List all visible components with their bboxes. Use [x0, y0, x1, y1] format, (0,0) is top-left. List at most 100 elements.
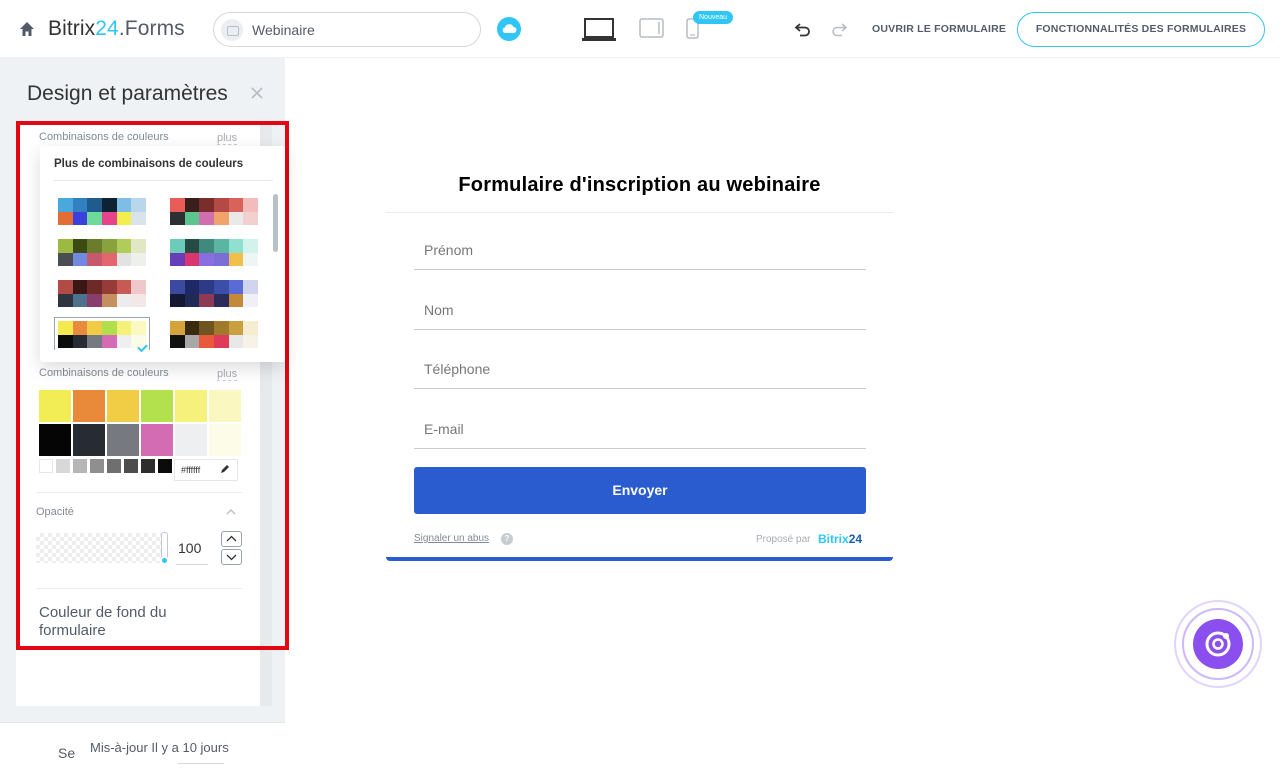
section-divider — [36, 492, 242, 493]
palette-color-cell — [87, 252, 102, 266]
color-palette-option[interactable] — [170, 321, 258, 348]
palette-color-cell — [214, 239, 229, 253]
color-swatch[interactable] — [209, 390, 241, 422]
email-field[interactable]: E-mail — [414, 409, 866, 449]
field-placeholder: Prénom — [424, 242, 474, 258]
color-swatch[interactable] — [175, 390, 207, 422]
color-swatch[interactable] — [141, 390, 173, 422]
palette-color-cell — [170, 252, 185, 266]
more-combinations-link-2[interactable]: plus — [217, 368, 238, 381]
palette-color-cell — [214, 211, 229, 225]
form-features-button[interactable]: FONCTIONNALITÉS DES FORMULAIRES — [1017, 12, 1265, 47]
palette-color-cell — [131, 293, 146, 307]
opacity-slider-track[interactable] — [36, 533, 162, 563]
tablet-view-icon[interactable] — [639, 18, 664, 38]
opacity-increase-button[interactable] — [221, 531, 242, 547]
palette-color-cell — [131, 252, 146, 266]
phone-field[interactable]: Téléphone — [414, 349, 866, 389]
gray-swatch[interactable] — [90, 459, 104, 473]
palette-color-cell — [243, 334, 258, 348]
more-combinations-link[interactable]: plus — [217, 132, 238, 145]
gray-swatch[interactable] — [107, 459, 121, 473]
palette-color-cell — [102, 211, 117, 225]
palette-color-cell — [228, 252, 244, 266]
color-swatch[interactable] — [175, 424, 207, 456]
palette-color-cell — [58, 293, 73, 307]
palette-color-cell — [228, 198, 244, 212]
last-name-field[interactable]: Nom — [414, 290, 866, 330]
color-palette-option[interactable] — [58, 239, 146, 266]
color-swatch[interactable] — [107, 390, 139, 422]
palette-color-cell — [102, 321, 117, 335]
palette-color-cell — [131, 321, 146, 335]
save-button[interactable]: Se — [58, 745, 75, 761]
color-swatch[interactable] — [107, 424, 139, 456]
chevron-up-icon[interactable] — [226, 507, 236, 517]
field-placeholder: Nom — [424, 302, 454, 318]
palette-color-cell — [199, 239, 214, 253]
dropdown-scrollbar[interactable] — [273, 194, 278, 252]
palette-color-cell — [199, 321, 214, 335]
palette-color-cell — [58, 198, 73, 212]
form-background-color-label[interactable]: Couleur de fond du formulaire — [39, 604, 209, 640]
palette-color-cell — [243, 252, 258, 266]
open-form-button[interactable]: OUVRIR LE FORMULAIRE — [872, 23, 1006, 35]
color-palette-option[interactable] — [170, 198, 258, 225]
gray-swatch[interactable] — [141, 459, 155, 473]
close-icon[interactable] — [250, 86, 264, 100]
color-palette-option[interactable] — [54, 317, 150, 350]
bitrix24-logo[interactable]: Bitrix24 — [818, 532, 862, 546]
gray-swatch[interactable] — [39, 459, 53, 473]
palette-color-cell — [199, 280, 214, 294]
gray-swatch[interactable] — [124, 459, 138, 473]
palette-color-cell — [199, 293, 214, 307]
palette-color-cell — [116, 280, 132, 294]
form-bottom-border — [386, 557, 893, 561]
first-name-field[interactable]: Prénom — [414, 230, 866, 270]
submit-button[interactable]: Envoyer — [414, 467, 866, 514]
assistant-widget[interactable] — [1174, 600, 1262, 688]
palette-color-cell — [214, 198, 229, 212]
gray-swatch[interactable] — [158, 459, 172, 473]
gray-swatch[interactable] — [56, 459, 70, 473]
palette-color-cell — [199, 211, 214, 225]
opacity-decrease-button[interactable] — [221, 549, 242, 565]
color-palette-option[interactable] — [58, 280, 146, 307]
opacity-value[interactable]: 100 — [178, 540, 201, 556]
laptop-view-icon[interactable] — [582, 18, 616, 42]
color-swatch[interactable] — [73, 424, 105, 456]
palette-color-cell — [102, 198, 117, 212]
brand-number: 24 — [95, 17, 119, 40]
opacity-slider-dot[interactable] — [160, 556, 169, 565]
color-swatch[interactable] — [209, 424, 241, 456]
redo-icon[interactable] — [830, 20, 848, 38]
pencil-icon[interactable] — [220, 464, 230, 474]
dropdown-title: Plus de combinaisons de couleurs — [54, 158, 244, 170]
color-swatch[interactable] — [73, 390, 105, 422]
form-name-field[interactable]: Webinaire — [213, 12, 481, 47]
form-name-value: Webinaire — [252, 22, 315, 38]
palette-color-cell — [228, 334, 244, 348]
palette-color-cell — [214, 334, 229, 348]
help-icon[interactable]: ? — [501, 533, 513, 545]
color-swatch[interactable] — [141, 424, 173, 456]
color-swatch[interactable] — [39, 424, 71, 456]
report-abuse-link[interactable]: Signaler un abus — [414, 533, 489, 544]
color-palette-option[interactable] — [170, 239, 258, 266]
gray-swatch[interactable] — [73, 459, 87, 473]
color-combinations-label: Combinaisons de couleurs — [39, 131, 169, 143]
color-palette-option[interactable] — [58, 198, 146, 225]
palette-color-cell — [170, 198, 185, 212]
palette-color-cell — [214, 252, 229, 266]
home-icon[interactable] — [18, 20, 36, 38]
brand-name: Bitrix — [48, 17, 96, 40]
color-swatch[interactable] — [39, 390, 71, 422]
cloud-save-icon[interactable] — [497, 17, 521, 41]
palette-color-cell — [170, 293, 185, 307]
app-logo[interactable]: Bitrix24.Forms — [48, 17, 185, 41]
color-palette-option[interactable] — [170, 280, 258, 307]
palette-color-cell — [72, 280, 88, 294]
undo-icon[interactable] — [794, 20, 812, 38]
palette-color-cell — [170, 239, 185, 253]
palette-color-cell — [87, 239, 102, 253]
